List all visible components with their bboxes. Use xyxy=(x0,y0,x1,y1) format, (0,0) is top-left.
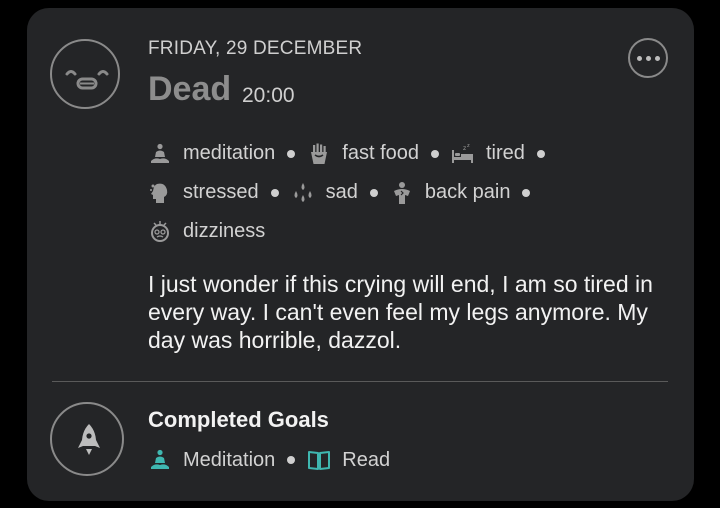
svg-text:z: z xyxy=(463,145,466,152)
entry-note[interactable]: I just wonder if this crying will end, I… xyxy=(148,270,668,354)
goal-read[interactable]: Read xyxy=(307,448,390,472)
meditation-icon xyxy=(151,143,169,163)
bed-icon: z z xyxy=(452,143,473,163)
dizzy-face-icon xyxy=(151,220,169,242)
activity-stressed: stressed xyxy=(148,181,259,205)
completed-goals-list: Meditation Read xyxy=(148,444,390,476)
activity-dizziness: dizziness xyxy=(148,220,265,244)
activity-tags: meditation fast food z z tired stressed … xyxy=(148,134,628,251)
completed-goals-title: Completed Goals xyxy=(148,407,329,432)
stress-head-icon xyxy=(150,183,168,203)
entry-card[interactable] xyxy=(27,8,694,501)
section-divider xyxy=(52,381,668,382)
svg-text:z: z xyxy=(467,143,470,149)
back-pain-icon xyxy=(393,181,410,204)
more-options-button[interactable] xyxy=(628,38,668,78)
entry-time: 20:00 xyxy=(242,84,295,107)
activity-back-pain: back pain xyxy=(390,181,510,205)
fries-icon xyxy=(311,143,328,164)
more-options-icon xyxy=(636,55,642,61)
mood-label[interactable]: Dead xyxy=(148,70,231,109)
activity-sad: sad xyxy=(291,181,358,205)
tears-icon xyxy=(294,182,312,202)
rocket-icon xyxy=(50,402,124,476)
book-icon xyxy=(308,451,331,470)
activity-meditation: meditation xyxy=(148,142,275,166)
entry-date: FRIDAY, 29 DECEMBER xyxy=(148,38,363,59)
activity-fast-food: fast food xyxy=(307,142,419,166)
dead-face-icon xyxy=(50,39,120,109)
activity-tired: z z tired xyxy=(451,142,525,166)
goal-meditation[interactable]: Meditation xyxy=(148,448,275,472)
meditation-icon xyxy=(151,449,169,469)
